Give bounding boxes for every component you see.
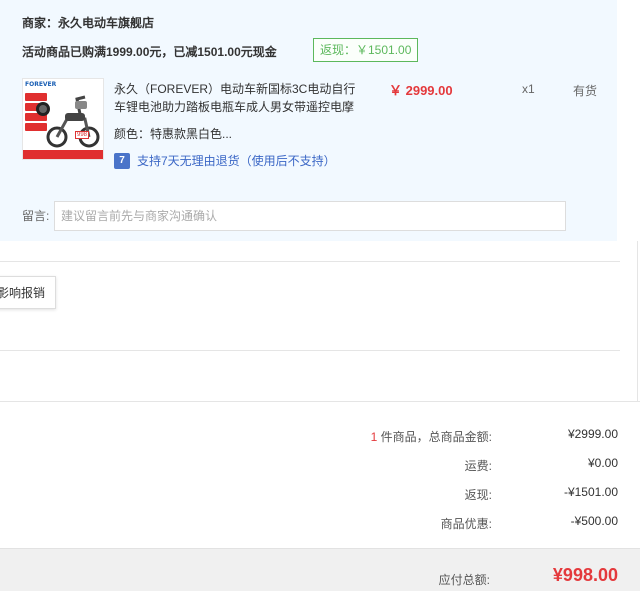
message-input[interactable] <box>54 201 566 231</box>
divider <box>0 350 620 351</box>
discount-label: 商品优惠: <box>440 517 492 531</box>
items-total-label: 1 件商品，总商品金额: <box>371 428 492 445</box>
rebate-label: 返现: <box>464 488 492 502</box>
total-label: 应付总额: <box>438 573 490 587</box>
product-thumbnail[interactable]: FOREVER 998 <box>22 78 104 160</box>
message-label: 留言: <box>22 209 50 223</box>
product-title-line-1[interactable]: 永久（FOREVER）电动车新国标3C电动自行 <box>114 80 355 97</box>
vertical-divider <box>637 241 638 401</box>
seven-day-return-icon: 7 <box>114 153 130 169</box>
stock-status: 有货 <box>573 84 598 98</box>
divider <box>0 401 640 402</box>
items-total-text: 件商品，总商品金额: <box>377 430 492 444</box>
electric-scooter-icon <box>36 95 100 148</box>
merchant-name[interactable]: 商家：永久电动车旗舰店 <box>22 14 154 31</box>
reimbursement-option-button[interactable]: 影响报销 <box>0 276 56 309</box>
product-price: ￥ 2999.00 <box>389 83 453 98</box>
product-quantity: x1 <box>522 82 535 96</box>
shop-order-panel: 商家：永久电动车旗舰店 活动商品已购满1999.00元，已减1501.00元现金… <box>0 0 617 241</box>
discount-value: -¥500.00 <box>570 514 618 528</box>
product-title-line-2[interactable]: 车锂电池助力踏板电瓶车成人男女带遥控电摩 <box>114 98 354 115</box>
promo-summary: 活动商品已购满1999.00元，已减1501.00元现金 <box>22 45 277 59</box>
divider <box>0 261 620 262</box>
total-amount: ¥998.00 <box>552 565 618 585</box>
product-color: 颜色：特惠款黑白色... <box>114 127 233 141</box>
shipping-label: 运费: <box>464 459 492 473</box>
return-policy-text: 支持7天无理由退货（使用后不支持） <box>137 154 336 168</box>
total-bar: 应付总额: ¥998.00 <box>0 548 640 591</box>
items-total-value: ¥2999.00 <box>567 427 618 441</box>
thumbnail-bar <box>23 150 103 159</box>
thumbnail-price: 998 <box>75 131 90 139</box>
shipping-value: ¥0.00 <box>587 456 618 470</box>
rebate-value: -¥1501.00 <box>563 485 618 499</box>
rebate-tag: 返现：￥1501.00 <box>313 38 419 62</box>
